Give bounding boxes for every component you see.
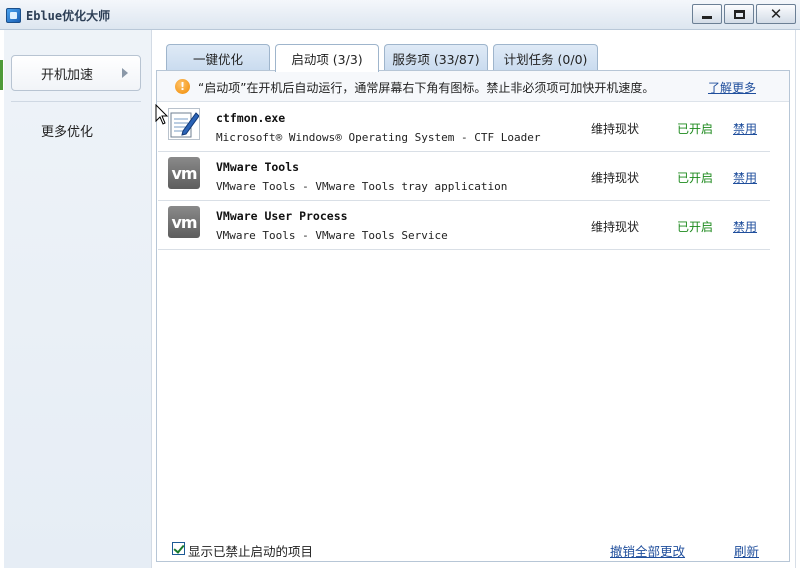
maximize-button[interactable]	[724, 4, 754, 24]
item-name: VMware Tools	[216, 160, 300, 174]
refresh-link[interactable]: 刷新	[734, 541, 759, 560]
close-button[interactable]: ✕	[756, 4, 796, 24]
panel-footer: 显示已禁止启动的项目 撤销全部更改 刷新	[156, 536, 790, 562]
sidebar: 开机加速 更多优化	[4, 30, 152, 568]
minimize-button[interactable]	[692, 4, 722, 24]
warning-icon: !	[175, 79, 190, 94]
show-disabled-checkbox[interactable]	[172, 542, 185, 555]
table-row: vm VMware Tools VMware Tools - VMware To…	[158, 152, 770, 201]
item-name: VMware User Process	[216, 209, 348, 223]
notepad-graphic	[170, 112, 200, 138]
notepad-icon	[168, 108, 200, 140]
vmware-icon: vm	[168, 157, 200, 189]
sidebar-item-label: 开机加速	[41, 67, 94, 83]
item-recommendation: 维持现状	[591, 122, 640, 136]
vmware-icon: vm	[168, 206, 200, 238]
sidebar-item-more-optimization[interactable]: 更多优化	[41, 121, 93, 140]
notice-text: “启动项”在开机后自动运行，通常屏幕右下角有图标。禁止非必须项可加快开机速度。	[198, 81, 655, 95]
left-edge-strip	[0, 60, 3, 90]
title-bar: Eblue优化大师 ✕	[0, 0, 800, 30]
item-description: VMware Tools - VMware Tools Service	[216, 229, 448, 242]
disable-link[interactable]: 禁用	[733, 218, 757, 235]
window-controls: ✕	[692, 4, 796, 24]
maximize-icon	[733, 9, 745, 19]
tab-one-click-optimize[interactable]: 一键优化	[166, 44, 270, 71]
tab-services[interactable]: 服务项 (33/87)	[384, 44, 488, 71]
sidebar-item-startup-speedup[interactable]: 开机加速	[11, 55, 141, 91]
tab-startup-items[interactable]: 启动项 (3/3)	[275, 44, 379, 72]
item-name: ctfmon.exe	[216, 111, 286, 125]
window-title: Eblue优化大师	[26, 9, 111, 23]
info-notice: ! “启动项”在开机后自动运行，通常屏幕右下角有图标。禁止非必须项可加快开机速度…	[157, 71, 789, 102]
item-description: Microsoft® Windows® Operating System - C…	[216, 131, 541, 144]
table-row: vm VMware User Process VMware Tools - VM…	[158, 201, 770, 250]
item-status: 已开启	[677, 171, 714, 185]
table-row: ctfmon.exe Microsoft® Windows® Operating…	[158, 103, 770, 152]
minimize-icon	[702, 15, 712, 19]
startup-panel: ! “启动项”在开机后自动运行，通常屏幕右下角有图标。禁止非必须项可加快开机速度…	[156, 70, 790, 562]
item-recommendation: 维持现状	[591, 220, 640, 234]
item-status: 已开启	[677, 220, 714, 234]
item-status: 已开启	[677, 122, 714, 136]
learn-more-link[interactable]: 了解更多	[708, 79, 756, 96]
undo-all-changes-link[interactable]: 撤销全部更改	[610, 541, 685, 560]
app-icon	[6, 8, 21, 23]
show-disabled-label[interactable]: 显示已禁止启动的项目	[188, 541, 313, 560]
disable-link[interactable]: 禁用	[733, 120, 757, 137]
tab-scheduled-tasks[interactable]: 计划任务 (0/0)	[493, 44, 598, 71]
item-description: VMware Tools - VMware Tools tray applica…	[216, 180, 508, 193]
close-icon: ✕	[769, 4, 783, 23]
disable-link[interactable]: 禁用	[733, 169, 757, 186]
chevron-right-icon	[122, 68, 128, 78]
sidebar-divider	[11, 101, 141, 102]
mouse-cursor-icon	[155, 104, 169, 125]
item-recommendation: 维持现状	[591, 171, 640, 185]
